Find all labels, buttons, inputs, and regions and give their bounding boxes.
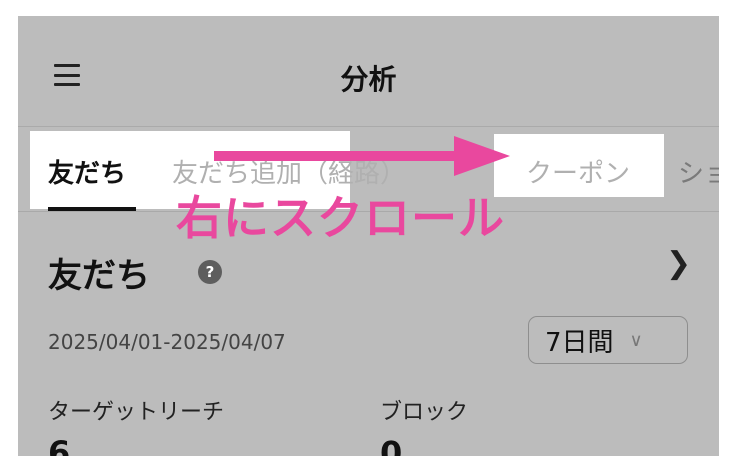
section-title: 友だち bbox=[48, 256, 150, 296]
tab-shop[interactable]: ショ bbox=[678, 153, 719, 190]
tab-friends[interactable]: 友だち bbox=[48, 153, 126, 190]
chevron-right-icon[interactable]: ❯ bbox=[666, 246, 691, 281]
date-range: 2025/04/01-2025/04/07 bbox=[48, 330, 286, 354]
scroll-annotation: 右にスクロール bbox=[176, 191, 505, 245]
period-select-value: 7日間 bbox=[545, 327, 614, 358]
tab-coupon[interactable]: クーポン bbox=[526, 153, 630, 190]
metric-value-target-reach: 6 bbox=[48, 434, 71, 456]
metric-value-block: 0 bbox=[380, 434, 403, 456]
period-select[interactable]: 7日間 ∨ bbox=[528, 316, 688, 364]
tab-active-indicator bbox=[48, 207, 136, 211]
metric-label-block: ブロック bbox=[380, 400, 469, 425]
page-title: 分析 bbox=[340, 63, 397, 96]
metric-label-target-reach: ターゲットリーチ bbox=[48, 400, 225, 425]
chevron-down-icon: ∨ bbox=[629, 329, 643, 351]
header: 分析 bbox=[18, 16, 719, 127]
scroll-right-arrow-icon bbox=[214, 136, 510, 176]
help-icon[interactable]: ? bbox=[198, 260, 222, 284]
